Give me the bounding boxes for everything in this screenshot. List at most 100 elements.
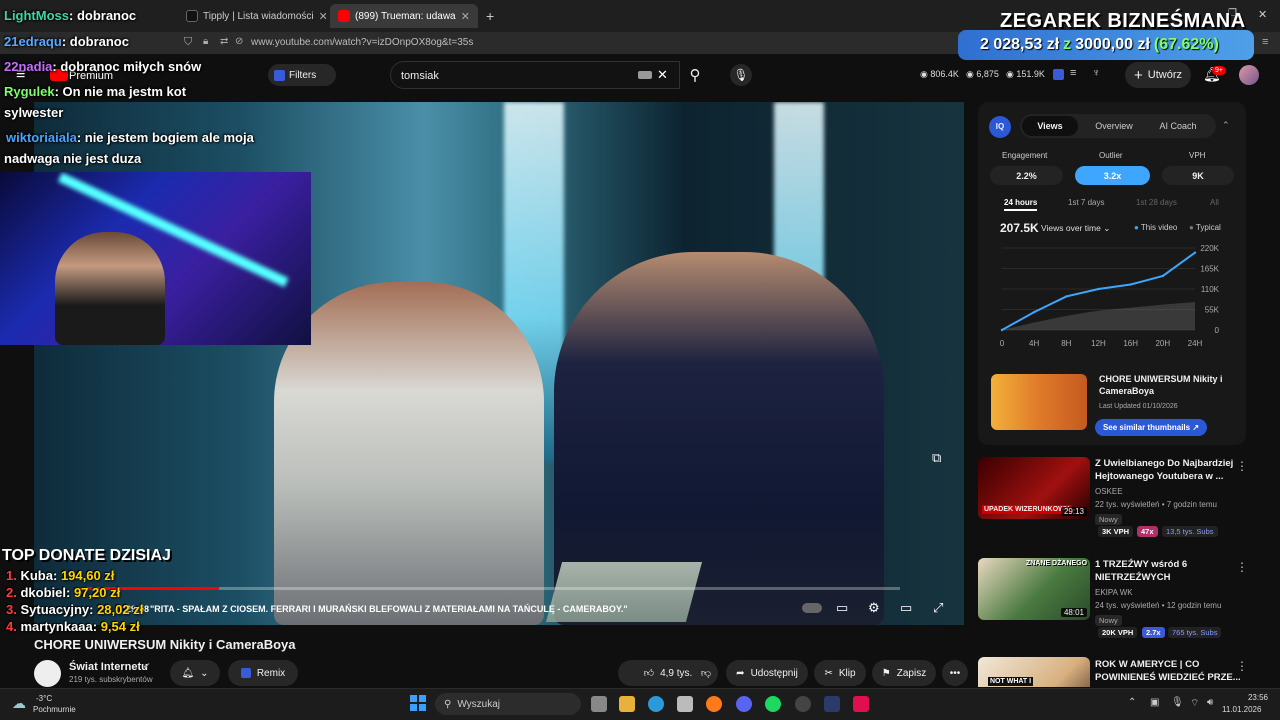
trophy-icon[interactable]: ♆ <box>1092 67 1100 79</box>
close-tab-icon[interactable]: ✕ <box>461 10 470 23</box>
remix-button[interactable]: Remix <box>228 660 298 686</box>
tiktok-icon[interactable] <box>853 696 869 712</box>
rec-channel[interactable]: EKIPA WK <box>1095 588 1133 597</box>
create-button[interactable]: + Utwórz <box>1125 62 1191 88</box>
weather-temp[interactable]: -3°C <box>36 694 52 703</box>
file-explorer-icon[interactable] <box>619 696 635 712</box>
channel-name[interactable]: Świat Internetu <box>69 661 148 673</box>
channel-subs: 219 tys. subskrybentów <box>69 675 153 684</box>
volume-icon[interactable]: 🔊︎ <box>1207 697 1213 708</box>
wifi-icon[interactable]: ⌔ <box>1190 697 1199 710</box>
weather-desc[interactable]: Pochmurnie <box>33 705 76 714</box>
x-tick-label: 16H <box>1123 339 1138 348</box>
metric-engagement[interactable]: 2.2% <box>990 166 1063 185</box>
list-item[interactable]: NOT WHAT I ROK W AMERYCE | CO POWINIENEŚ… <box>978 657 1268 687</box>
playlist-icon[interactable]: ≡ <box>1070 67 1076 79</box>
clock-date[interactable]: 11.01.2026 <box>1222 705 1261 714</box>
rec-thumbnail[interactable]: UPADEK WIZERUNKOWY 29:13 <box>978 457 1090 519</box>
shield-icon[interactable]: ⛉ <box>184 36 192 49</box>
miniplayer-icon[interactable]: ⧉ <box>932 450 941 466</box>
this-video-point <box>1097 287 1100 291</box>
tab-ai-coach[interactable]: AI Coach <box>1150 116 1206 136</box>
search-icon: ⚲ <box>689 67 701 84</box>
vidiq-logo: IQ <box>989 116 1011 138</box>
more-options-icon[interactable]: ⋮ <box>1236 659 1248 673</box>
tab-views[interactable]: Views <box>1022 116 1078 136</box>
range-24h[interactable]: 24 hours <box>1004 198 1038 211</box>
filters-button[interactable]: Filters <box>268 64 336 86</box>
vidiq-icon[interactable] <box>1053 69 1064 80</box>
tray-chevron-icon[interactable]: ⌃ <box>1128 697 1136 708</box>
edge-icon[interactable] <box>648 696 664 712</box>
close-tab-icon[interactable]: ✕ <box>319 10 326 23</box>
donate-rank: 1. <box>6 568 17 583</box>
rec-thumbnail[interactable]: ZNANE DŻANEGO 48:01 <box>978 558 1090 620</box>
video-thumbnail[interactable] <box>991 374 1087 430</box>
channel-avatar[interactable] <box>34 660 61 687</box>
chat-user: LightMoss <box>4 8 69 23</box>
search-input[interactable]: tomsiak <box>390 61 680 89</box>
obs-icon[interactable] <box>795 696 811 712</box>
more-actions-button[interactable]: ••• <box>942 660 968 686</box>
discord-icon[interactable] <box>736 696 752 712</box>
more-options-icon[interactable]: ⋮ <box>1236 459 1248 473</box>
windows-start-icon[interactable] <box>410 695 426 711</box>
taskbar-search[interactable]: ⚲ Wyszukaj <box>435 693 581 715</box>
rec-title[interactable]: 1 TRZEŹWY wśród 6 NIETRZEŹWYCH <box>1095 558 1245 584</box>
url-field[interactable]: www.youtube.com/watch?v=izDOnpOX8og&t=35… <box>251 37 473 48</box>
collapse-icon[interactable]: ⌃ <box>1222 120 1230 131</box>
settings-icon[interactable]: ⚙ <box>868 600 880 616</box>
voice-search-icon[interactable]: 🎙︎ <box>730 64 752 86</box>
theater-mode-icon[interactable]: ▭ <box>900 600 912 616</box>
more-options-icon[interactable]: ⋮ <box>1236 560 1248 574</box>
close-window-icon[interactable]: ✕ <box>1258 8 1267 21</box>
video-progress-bar[interactable] <box>80 587 900 590</box>
tracking-icon[interactable]: ⊘ <box>235 36 243 47</box>
clear-search-icon[interactable]: ✕ <box>657 67 668 83</box>
firefox-icon[interactable] <box>706 696 722 712</box>
subscribe-bell-button[interactable]: 🔔︎ ⌄ <box>170 660 220 686</box>
metric-vph[interactable]: 9K <box>1162 166 1234 185</box>
steam-icon[interactable] <box>824 696 840 712</box>
rec-title[interactable]: Z Uwielbianego Do Najbardziej Hejtowaneg… <box>1095 457 1245 483</box>
chat-line: Rygulek: On nie ma jestm kot <box>4 84 186 99</box>
list-item[interactable]: UPADEK WIZERUNKOWY 29:13 Z Uwielbianego … <box>978 457 1268 543</box>
keyboard-icon[interactable] <box>638 71 652 79</box>
clip-button[interactable]: ✂ Klip <box>814 660 866 686</box>
dislike-button[interactable]: 👎︎ <box>692 660 720 686</box>
mic-icon[interactable]: 🎙︎ <box>1171 697 1184 708</box>
tray-app-icon[interactable]: ▣ <box>1150 697 1159 708</box>
save-button[interactable]: ⚑ Zapisz <box>872 660 936 686</box>
search-button[interactable]: ⚲ <box>680 61 710 89</box>
task-view-icon[interactable] <box>591 696 607 712</box>
new-tab-button[interactable]: + <box>486 8 494 24</box>
subtitles-icon[interactable]: ▭ <box>836 600 848 616</box>
spotify-icon[interactable] <box>765 696 781 712</box>
similar-thumbnails-button[interactable]: See similar thumbnails ↗ <box>1095 419 1207 436</box>
tab-overview[interactable]: Overview <box>1085 116 1143 136</box>
autoplay-toggle[interactable] <box>802 603 822 613</box>
tab-youtube[interactable]: (899) Trueman: udawany milion ✕ <box>330 4 478 28</box>
donate-amount: 9,54 zł <box>100 619 140 634</box>
range-7d[interactable]: 1st 7 days <box>1068 198 1104 207</box>
range-all[interactable]: All <box>1210 198 1219 207</box>
views-mode-select[interactable]: Views over time ⌄ <box>1041 223 1110 234</box>
fullscreen-icon[interactable]: ⤢ <box>933 600 943 616</box>
chapter-title[interactable]: "RITA - SPAŁAM Z CIOSEM. FERRARI I MURAŃ… <box>150 604 628 614</box>
rec-title[interactable]: ROK W AMERYCE | CO POWINIENEŚ WIEDZIEĆ P… <box>1095 658 1245 684</box>
list-item[interactable]: ZNANE DŻANEGO 48:01 1 TRZEŹWY wśród 6 NI… <box>978 558 1268 644</box>
rec-thumbnail[interactable]: NOT WHAT I <box>978 657 1090 687</box>
range-28d[interactable]: 1st 28 days <box>1136 198 1177 207</box>
share-button[interactable]: ➦ Udostępnij <box>726 660 808 686</box>
chat-message: : dobranoc <box>61 34 129 49</box>
create-label: Utwórz <box>1147 69 1182 81</box>
metric-outlier[interactable]: 3.2x <box>1075 166 1150 185</box>
avatar[interactable] <box>1239 65 1259 85</box>
lock-icon[interactable]: 🔒︎ <box>203 36 208 47</box>
rec-channel[interactable]: OSKEE <box>1095 487 1123 496</box>
tab-tipply[interactable]: Tipply | Lista wiadomości ✕ <box>178 4 326 28</box>
clock-time[interactable]: 23:56 <box>1238 693 1268 702</box>
permissions-icon[interactable]: ⇄ <box>220 36 228 47</box>
menu-icon[interactable]: ≡ <box>1262 36 1268 48</box>
store-icon[interactable] <box>677 696 693 712</box>
